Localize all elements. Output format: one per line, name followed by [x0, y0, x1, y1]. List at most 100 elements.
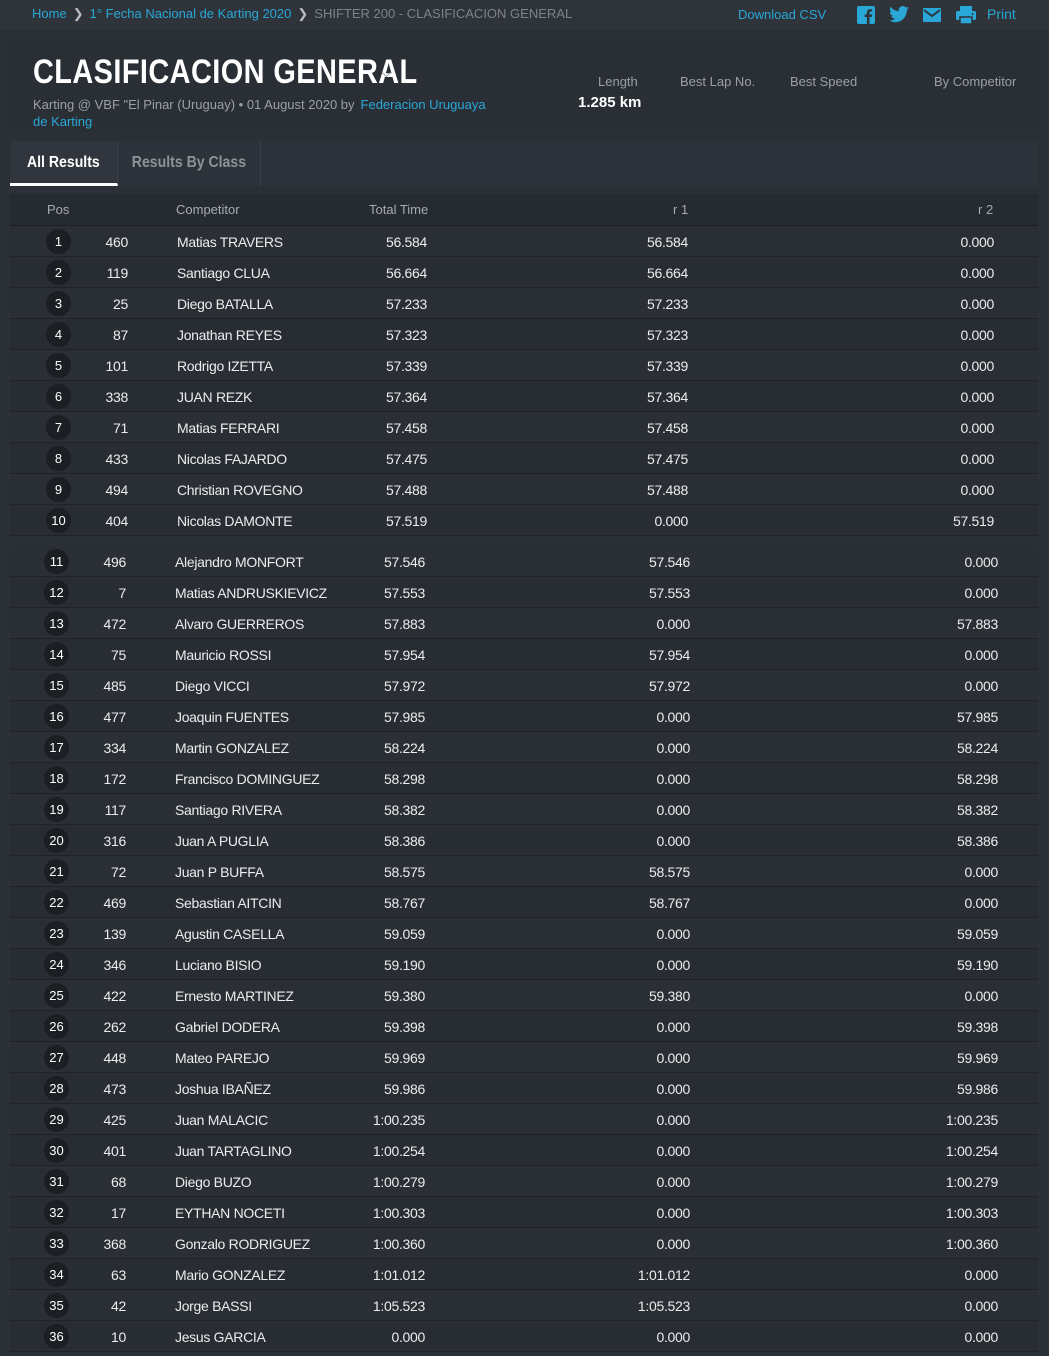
chevron-down-icon[interactable]: ⌵ [381, 64, 392, 81]
table-row[interactable]: 34 63 Mario GONZALEZ 1:01.012 1:01.012 0.000 [10, 1259, 1038, 1290]
competitor-name[interactable]: Mario GONZALEZ [175, 1267, 285, 1283]
competitor-name[interactable]: JUAN REZK [177, 389, 252, 405]
table-row[interactable]: 22 469 Sebastian AITCIN 58.767 58.767 0.000 [10, 887, 1038, 918]
competitor-name[interactable]: Joshua IBAÑEZ [175, 1081, 271, 1097]
mail-icon[interactable] [921, 5, 943, 25]
table-row[interactable]: 7 71 Matias FERRARI 57.458 57.458 0.000 [10, 412, 1038, 443]
table-row[interactable]: 27 448 Mateo PAREJO 59.969 0.000 59.969 [10, 1042, 1038, 1073]
competitor-name[interactable]: Santiago CLUA [177, 265, 270, 281]
column-r2[interactable]: r 2 [978, 202, 993, 217]
facebook-icon[interactable] [855, 5, 877, 25]
table-row[interactable]: 31 68 Diego BUZO 1:00.279 0.000 1:00.279 [10, 1166, 1038, 1197]
table-row[interactable]: 24 346 Luciano BISIO 59.190 0.000 59.190 [10, 949, 1038, 980]
table-row[interactable]: 14 75 Mauricio ROSSI 57.954 57.954 0.000 [10, 639, 1038, 670]
competitor-name[interactable]: Diego BATALLA [177, 296, 273, 312]
total-time: 0.000 [391, 1329, 425, 1345]
competitor-name[interactable]: Juan TARTAGLINO [175, 1143, 292, 1159]
position-badge: 36 [44, 1324, 69, 1349]
table-row[interactable]: 33 368 Gonzalo RODRIGUEZ 1:00.360 0.000 1:00.… [10, 1228, 1038, 1259]
table-row[interactable]: 26 262 Gabriel DODERA 59.398 0.000 59.398 [10, 1011, 1038, 1042]
competitor-name[interactable]: Sebastian AITCIN [175, 895, 282, 911]
competitor-name[interactable]: Matias ANDRUSKIEVICZ [175, 585, 327, 601]
table-row[interactable]: 28 473 Joshua IBAÑEZ 59.986 0.000 59.986 [10, 1073, 1038, 1104]
competitor-name[interactable]: Francisco DOMINGUEZ [175, 771, 320, 787]
twitter-icon[interactable] [888, 5, 910, 25]
round-2-time: 0.000 [964, 647, 998, 663]
competitor-name[interactable]: Mateo PAREJO [175, 1050, 269, 1066]
breadcrumb-event-link[interactable]: 1° Fecha Nacional de Karting 2020 [90, 6, 292, 21]
competitor-name[interactable]: Alejandro MONFORT [175, 554, 304, 570]
competitor-name[interactable]: Juan MALACIC [175, 1112, 268, 1128]
column-pos[interactable]: Pos [47, 202, 69, 217]
table-row[interactable]: 8 433 Nicolas FAJARDO 57.475 57.475 0.000 [10, 443, 1038, 474]
table-row[interactable]: 23 139 Agustin CASELLA 59.059 0.000 59.059 [10, 918, 1038, 949]
column-total-time[interactable]: Total Time [369, 202, 428, 217]
competitor-name[interactable]: Luciano BISIO [175, 957, 262, 973]
round-2-time: 59.986 [956, 1081, 998, 1097]
competitor-name[interactable]: Nicolas DAMONTE [177, 513, 293, 529]
column-r1[interactable]: r 1 [673, 202, 688, 217]
table-row[interactable]: 6 338 JUAN REZK 57.364 57.364 0.000 [10, 381, 1038, 412]
competitor-name[interactable]: Rodrigo IZETTA [177, 358, 273, 374]
kart-number: 316 [103, 833, 127, 849]
tab-results-by-class[interactable]: Results By Class [118, 141, 261, 186]
table-row[interactable]: 30 401 Juan TARTAGLINO 1:00.254 0.000 1:00.25… [10, 1135, 1038, 1166]
table-row[interactable]: 20 316 Juan A PUGLIA 58.386 0.000 58.386 [10, 825, 1038, 856]
competitor-name[interactable]: Santiago RIVERA [175, 802, 282, 818]
competitor-name[interactable]: Agustin CASELLA [175, 926, 284, 942]
competitor-name[interactable]: Jorge BASSI [175, 1298, 252, 1314]
table-row[interactable]: 4 87 Jonathan REYES 57.323 57.323 0.000 [10, 319, 1038, 350]
competitor-name[interactable]: Matias FERRARI [177, 420, 280, 436]
table-row[interactable]: 15 485 Diego VICCI 57.972 57.972 0.000 [10, 670, 1038, 701]
table-row[interactable]: 13 472 Alvaro GUERREROS 57.883 0.000 57.883 [10, 608, 1038, 639]
competitor-name[interactable]: Gabriel DODERA [175, 1019, 280, 1035]
competitor-name[interactable]: Gonzalo RODRIGUEZ [175, 1236, 310, 1252]
download-csv-link[interactable]: Download CSV [738, 7, 826, 22]
column-competitor[interactable]: Competitor [176, 202, 240, 217]
table-row[interactable]: 2 119 Santiago CLUA 56.664 56.664 0.000 [10, 257, 1038, 288]
table-row[interactable]: 19 117 Santiago RIVERA 58.382 0.000 58.382 [10, 794, 1038, 825]
competitor-name[interactable]: Ernesto MARTINEZ [175, 988, 294, 1004]
table-row[interactable]: 17 334 Martin GONZALEZ 58.224 0.000 58.224 [10, 732, 1038, 763]
table-row[interactable]: 12 7 Matias ANDRUSKIEVICZ 57.553 57.553 0.000 [10, 577, 1038, 608]
round-1-time: 0.000 [656, 833, 690, 849]
table-row[interactable]: 18 172 Francisco DOMINGUEZ 58.298 0.000 58.29… [10, 763, 1038, 794]
position-badge: 3 [46, 291, 71, 316]
print-icon[interactable] [955, 5, 977, 25]
total-time: 59.190 [383, 957, 425, 973]
table-row[interactable]: 32 17 EYTHAN NOCETI 1:00.303 0.000 1:00.303 [10, 1197, 1038, 1228]
competitor-name[interactable]: Jonathan REYES [177, 327, 282, 343]
table-row[interactable]: 29 425 Juan MALACIC 1:00.235 0.000 1:00.235 [10, 1104, 1038, 1135]
competitor-name[interactable]: Martin GONZALEZ [175, 740, 289, 756]
competitor-name[interactable]: Nicolas FAJARDO [177, 451, 287, 467]
competitor-name[interactable]: Juan P BUFFA [175, 864, 264, 880]
table-row[interactable]: 11 496 Alejandro MONFORT 57.546 57.546 0.000 [10, 546, 1038, 577]
table-row[interactable]: 35 42 Jorge BASSI 1:05.523 1:05.523 0.000 [10, 1290, 1038, 1321]
position-badge: 18 [44, 766, 69, 791]
table-row[interactable]: 10 404 Nicolas DAMONTE 57.519 0.000 57.519 [10, 505, 1038, 536]
competitor-name[interactable]: EYTHAN NOCETI [175, 1205, 285, 1221]
competitor-name[interactable]: Diego VICCI [175, 678, 250, 694]
table-row[interactable]: 5 101 Rodrigo IZETTA 57.339 57.339 0.000 [10, 350, 1038, 381]
competitor-name[interactable]: Christian ROVEGNO [177, 482, 303, 498]
kart-number: 71 [113, 420, 128, 436]
breadcrumb-home-link[interactable]: Home [32, 6, 67, 21]
competitor-name[interactable]: Mauricio ROSSI [175, 647, 271, 663]
competitor-name[interactable]: Alvaro GUERREROS [175, 616, 304, 632]
table-row[interactable]: 3 25 Diego BATALLA 57.233 57.233 0.000 [10, 288, 1038, 319]
competitor-name[interactable]: Juan A PUGLIA [175, 833, 269, 849]
table-row[interactable]: 1 460 Matias TRAVERS 56.584 56.584 0.000 [10, 226, 1038, 257]
tab-all-results[interactable]: All Results [10, 141, 118, 186]
print-link[interactable]: Print [987, 6, 1016, 22]
round-2-time: 59.059 [956, 926, 998, 942]
table-row[interactable]: 21 72 Juan P BUFFA 58.575 58.575 0.000 [10, 856, 1038, 887]
competitor-name[interactable]: Matias TRAVERS [177, 234, 283, 250]
round-2-time: 0.000 [960, 265, 994, 281]
competitor-name[interactable]: Jesus GARCIA [175, 1329, 266, 1345]
table-row[interactable]: 36 10 Jesus GARCIA 0.000 0.000 0.000 [10, 1321, 1038, 1352]
competitor-name[interactable]: Joaquin FUENTES [175, 709, 289, 725]
table-row[interactable]: 25 422 Ernesto MARTINEZ 59.380 59.380 0.000 [10, 980, 1038, 1011]
competitor-name[interactable]: Diego BUZO [175, 1174, 252, 1190]
table-row[interactable]: 9 494 Christian ROVEGNO 57.488 57.488 0.000 [10, 474, 1038, 505]
table-row[interactable]: 16 477 Joaquin FUENTES 57.985 0.000 57.985 [10, 701, 1038, 732]
